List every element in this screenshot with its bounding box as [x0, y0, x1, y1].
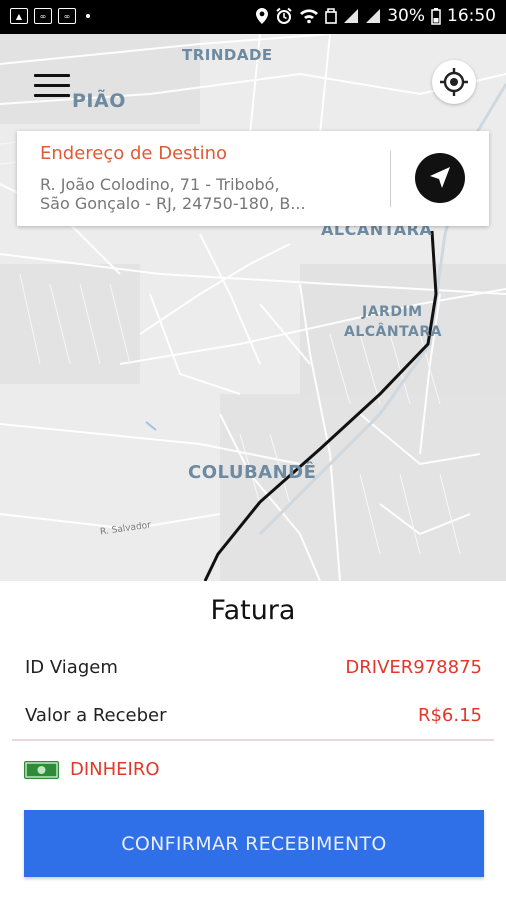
hamburger-icon: [34, 74, 70, 77]
signal-icon: [344, 9, 359, 23]
hamburger-icon-line: [34, 84, 70, 87]
map-streets: [0, 34, 506, 581]
app-notification-icon: ∞: [34, 8, 52, 24]
destination-address: R. João Colodino, 71 - Tribobó, São Gonç…: [40, 175, 360, 213]
map-label-jardim-alcantara: ALCÂNTARA: [344, 324, 442, 340]
destination-card[interactable]: Endereço de Destino R. João Colodino, 71…: [17, 131, 489, 226]
location-pin-icon: [256, 8, 269, 24]
trip-id-label: ID Viagem: [25, 657, 118, 678]
hamburger-icon-line: [34, 94, 70, 97]
map-label-piao: PIÃO: [72, 90, 126, 112]
divider: [12, 739, 494, 741]
amount-label: Valor a Receber: [25, 705, 167, 726]
battery-percent: 30%: [387, 6, 425, 26]
invoice-title: Fatura: [210, 595, 296, 626]
status-bar: ▲ ∞ ∞ 30% 16:50: [0, 0, 506, 34]
confirm-receipt-button[interactable]: CONFIRMAR RECEBIMENTO: [24, 810, 484, 877]
navigate-button[interactable]: [415, 153, 465, 203]
more-notifications-icon: [86, 14, 90, 18]
crosshair-icon: [440, 68, 468, 96]
system-icons: 30% 16:50: [255, 6, 496, 26]
cash-icon: [24, 761, 59, 779]
divider: [390, 151, 391, 207]
payment-method-label: DINHEIRO: [70, 759, 160, 780]
destination-title: Endereço de Destino: [40, 143, 228, 164]
map-label-colubande: COLUBANDÊ: [188, 462, 317, 483]
map-view[interactable]: TRINDADE PIÃO ALCÂNTARA JARDIM ALCÂNTARA…: [0, 34, 506, 581]
clock: 16:50: [447, 6, 496, 26]
navigation-arrow-icon: [430, 167, 450, 188]
map-label-jardim: JARDIM: [362, 304, 423, 320]
menu-button[interactable]: [34, 74, 70, 100]
battery-icon: [431, 8, 441, 25]
signal-icon-2: [366, 9, 381, 23]
trip-id-value: DRIVER978875: [345, 657, 482, 678]
alarm-icon: [276, 7, 292, 24]
invoice-panel: Fatura ID Viagem DRIVER978875 Valor a Re…: [0, 581, 506, 900]
my-location-button[interactable]: [432, 60, 476, 104]
gallery-notification-icon: ▲: [10, 8, 28, 24]
amount-value: R$6.15: [417, 705, 482, 726]
map-label-trindade: TRINDADE: [182, 46, 273, 64]
notification-icons: ▲ ∞ ∞: [10, 8, 90, 24]
app-notification-icon-2: ∞: [58, 8, 76, 24]
sim-icon: [325, 8, 338, 24]
wifi-icon: [300, 9, 319, 24]
destination-address-line2: São Gonçalo - RJ, 24750-180, B...: [40, 194, 306, 213]
destination-address-line1: R. João Colodino, 71 - Tribobó,: [40, 175, 280, 194]
